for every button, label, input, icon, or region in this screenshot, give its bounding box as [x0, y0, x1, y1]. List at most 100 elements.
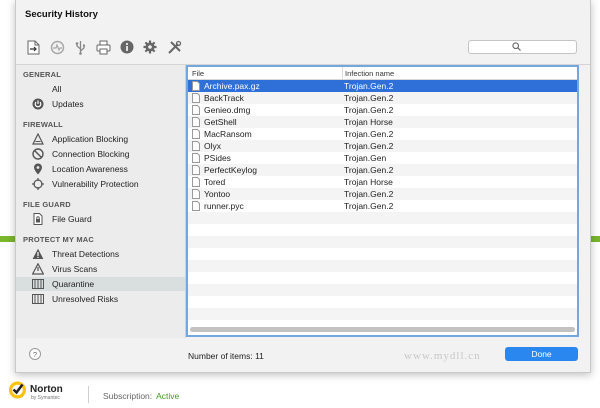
subscription-label: Subscription:: [103, 391, 153, 401]
file-icon: [192, 177, 200, 187]
file-icon: [192, 189, 200, 199]
quarantine-table: File Infection name Archive.pax.gz Trojan…: [186, 65, 579, 337]
sidebar-item-label: Application Blocking: [52, 134, 129, 144]
file-name-cell: MacRansom: [204, 129, 252, 139]
table-header: File Infection name: [188, 67, 577, 80]
infection-name-cell: Trojan.Gen.2: [344, 201, 394, 211]
warning-icon: [32, 248, 44, 260]
file-name-cell: runner.pyc: [204, 201, 244, 211]
sidebar-item-label: Quarantine: [52, 279, 95, 289]
info-icon[interactable]: [119, 39, 135, 55]
file-name-cell: Archive.pax.gz: [204, 81, 260, 91]
sidebar-item-vulnerability-protection[interactable]: Vulnerability Protection: [16, 177, 185, 191]
table-row[interactable]: Tored Trojan Horse: [188, 176, 577, 188]
location-pin-icon: [32, 163, 44, 175]
norton-check-icon: [8, 380, 27, 402]
toolbar: [16, 29, 590, 65]
empty-row: [188, 224, 577, 236]
sidebar-item-updates[interactable]: Updates: [16, 97, 185, 111]
risk-icon: [32, 293, 44, 305]
table-row[interactable]: Olyx Trojan.Gen.2: [188, 140, 577, 152]
file-icon: [192, 81, 200, 91]
done-button[interactable]: Done: [505, 347, 578, 361]
title-bar: Security History: [16, 0, 590, 29]
tools-icon[interactable]: [166, 39, 182, 55]
empty-row: [188, 296, 577, 308]
sidebar-item-all[interactable]: All: [16, 82, 185, 96]
infection-name-cell: Trojan Horse: [344, 117, 393, 127]
sidebar-item-label: Connection Blocking: [52, 149, 130, 159]
sidebar-item-label: All: [52, 84, 62, 94]
infection-name-cell: Trojan Horse: [344, 177, 393, 187]
file-name-cell: Genieo.dmg: [204, 105, 251, 115]
security-history-window: Security History GENERAL All Updates FIR…: [15, 0, 591, 373]
file-guard-icon: [32, 213, 44, 225]
empty-row: [188, 308, 577, 320]
table-row[interactable]: MacRansom Trojan.Gen.2: [188, 128, 577, 140]
infection-name-cell: Trojan.Gen.2: [344, 93, 394, 103]
sidebar-item-file-guard[interactable]: File Guard: [16, 212, 185, 226]
column-header-infection[interactable]: Infection name: [345, 69, 394, 78]
help-button[interactable]: ?: [29, 348, 41, 360]
settings-icon[interactable]: [142, 39, 158, 55]
empty-row: [188, 248, 577, 260]
sidebar-item-label: Vulnerability Protection: [52, 179, 139, 189]
infection-name-cell: Trojan.Gen.2: [344, 81, 394, 91]
table-row[interactable]: GetShell Trojan Horse: [188, 116, 577, 128]
sidebar-item-quarantine[interactable]: Quarantine: [16, 277, 185, 291]
watermark: www.mydll.cn: [404, 350, 481, 362]
quarantine-icon: [32, 278, 44, 290]
infection-name-cell: Trojan.Gen.2: [344, 189, 394, 199]
file-name-cell: BackTrack: [204, 93, 244, 103]
subscription-active: Active: [156, 391, 180, 401]
window-title: Security History: [25, 9, 98, 20]
table-row[interactable]: runner.pyc Trojan.Gen.2: [188, 200, 577, 212]
section-firewall: FIREWALL: [23, 120, 63, 129]
table-row[interactable]: Archive.pax.gz Trojan.Gen.2: [188, 80, 577, 92]
table-row[interactable]: Yontoo Trojan.Gen.2: [188, 188, 577, 200]
infection-name-cell: Trojan.Gen.2: [344, 105, 394, 115]
item-count: Number of items: 11: [188, 351, 264, 361]
subscription-status: Subscription: Active: [103, 391, 179, 401]
file-icon: [192, 153, 200, 163]
section-file-guard: FILE GUARD: [23, 200, 71, 209]
sidebar-item-label: Unresolved Risks: [52, 294, 119, 304]
divider: [88, 386, 89, 403]
sidebar-item-location-awareness[interactable]: Location Awareness: [16, 162, 185, 176]
infection-name-cell: Trojan.Gen: [344, 153, 387, 163]
activity-icon[interactable]: [49, 39, 65, 55]
empty-row: [188, 272, 577, 284]
export-icon[interactable]: [25, 39, 41, 55]
file-icon: [192, 117, 200, 127]
file-icon: [192, 165, 200, 175]
table-row[interactable]: Genieo.dmg Trojan.Gen.2: [188, 104, 577, 116]
section-general: GENERAL: [23, 70, 62, 79]
power-icon: [32, 98, 44, 110]
sidebar-item-label: Virus Scans: [52, 264, 98, 274]
file-icon: [192, 201, 200, 211]
infection-name-cell: Trojan.Gen.2: [344, 165, 394, 175]
file-icon: [192, 141, 200, 151]
file-name-cell: Yontoo: [204, 189, 231, 199]
sidebar-item-label: File Guard: [52, 214, 92, 224]
file-name-cell: GetShell: [204, 117, 237, 127]
sidebar-item-virus-scans[interactable]: Virus Scans: [16, 262, 185, 276]
empty-row: [188, 260, 577, 272]
file-icon: [192, 93, 200, 103]
usb-icon[interactable]: [72, 39, 88, 55]
sidebar-item-threat-detections[interactable]: Threat Detections: [16, 247, 185, 261]
sidebar-item-unresolved-risks[interactable]: Unresolved Risks: [16, 292, 185, 306]
file-name-cell: PerfectKeylog: [204, 165, 257, 175]
sidebar-item-application-blocking[interactable]: Application Blocking: [16, 132, 185, 146]
search-input[interactable]: [468, 40, 577, 54]
table-row[interactable]: PSides Trojan.Gen: [188, 152, 577, 164]
empty-row: [188, 284, 577, 296]
table-row[interactable]: PerfectKeylog Trojan.Gen.2: [188, 164, 577, 176]
sidebar-item-connection-blocking[interactable]: Connection Blocking: [16, 147, 185, 161]
file-name-cell: Tored: [204, 177, 226, 187]
infection-name-cell: Trojan.Gen.2: [344, 129, 394, 139]
horizontal-scrollbar[interactable]: [190, 327, 575, 332]
print-icon[interactable]: [95, 39, 111, 55]
table-row[interactable]: BackTrack Trojan.Gen.2: [188, 92, 577, 104]
column-header-file[interactable]: File: [192, 69, 204, 78]
